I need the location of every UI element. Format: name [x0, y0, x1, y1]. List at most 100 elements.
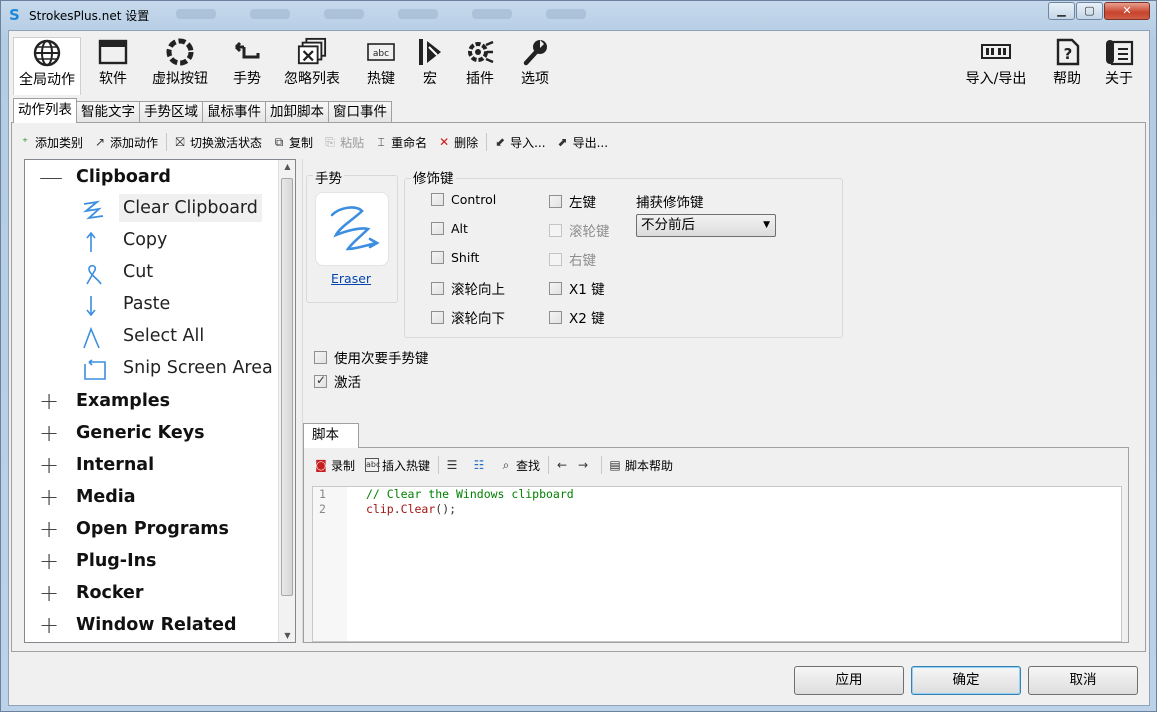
expand-icon[interactable]: + — [39, 613, 59, 637]
script-help-button[interactable]: ▤ 脚本帮助 — [608, 457, 673, 474]
toolbar-software-button[interactable]: 软件 — [93, 37, 133, 88]
tab-gesture-zones[interactable]: 手势区域 — [139, 101, 203, 123]
record-button[interactable]: ◙ 录制 — [314, 457, 355, 474]
modifier-shift-checkbox[interactable]: Shift — [431, 250, 479, 265]
modifier-x2-button-checkbox[interactable]: X2 键 — [549, 307, 605, 327]
navigate-back-button[interactable]: ← — [555, 458, 572, 472]
toolbar-ignore-list-button[interactable]: 忽略列表 — [279, 37, 345, 88]
tab-action-list[interactable]: 动作列表 — [13, 98, 77, 123]
checkbox-box[interactable] — [431, 193, 444, 206]
rename-button[interactable]: ⌶ 重命名 — [374, 134, 427, 151]
toolbar-plugins-button[interactable]: 插件 — [463, 37, 497, 88]
tab-window-events[interactable]: 窗口事件 — [328, 101, 392, 123]
toolbar-virtual-buttons-button[interactable]: 虚拟按钮 — [147, 37, 213, 88]
tab-smart-text[interactable]: 智能文字 — [76, 101, 140, 123]
expand-icon[interactable]: + — [39, 549, 59, 573]
script-toolbar: ◙ 录制 abc 插入热键 ☰ ☷ ⌕ 查找 ← → ▤ 脚本帮助 — [314, 456, 683, 474]
paste-button[interactable]: ⎘ 粘贴 — [323, 134, 364, 151]
toolbar-label: 忽略列表 — [284, 71, 340, 87]
checkbox-box[interactable] — [431, 222, 444, 235]
expand-icon[interactable]: + — [39, 389, 59, 413]
checkbox-label: 左键 — [569, 195, 596, 211]
close-button[interactable]: ✕ — [1104, 2, 1150, 20]
loop-gesture-icon — [86, 264, 102, 285]
tab-mouse-events[interactable]: 鼠标事件 — [202, 101, 266, 123]
toolbar-help-button[interactable]: ? 帮助 — [1049, 37, 1085, 88]
expand-icon[interactable]: + — [39, 421, 59, 445]
modifier-alt-checkbox[interactable]: Alt — [431, 221, 468, 236]
expand-icon[interactable]: + — [39, 453, 59, 477]
import-button[interactable]: ⬋ 导入... — [493, 134, 545, 151]
modifier-right-button-checkbox[interactable]: 右键 — [549, 249, 596, 269]
chevron-down-icon: ▼ — [763, 220, 770, 230]
copy-button[interactable]: ⧉ 复制 — [272, 134, 313, 151]
checkbox-box[interactable] — [314, 350, 327, 364]
scroll-up-arrow-icon[interactable]: ▲ — [283, 162, 292, 171]
main-toolbar: 全局动作 软件 虚拟按钮 手势 忽略列表 abc 热键 宏 插件 选项 导入/导… — [9, 31, 1149, 95]
action-tree[interactable]: — Clipboard Clear Clipboard Copy Cut Pas… — [24, 159, 296, 643]
button-label: 删除 — [454, 135, 479, 150]
toolbar-gestures-button[interactable]: 手势 — [227, 37, 267, 88]
ok-button[interactable]: 确定 — [911, 666, 1021, 695]
title-bar[interactable]: S StrokesPlus.net 设置 ▁ ▢ ✕ — [1, 1, 1156, 29]
expand-icon[interactable]: + — [39, 517, 59, 541]
modifier-control-checkbox[interactable]: Control — [431, 192, 496, 207]
find-button[interactable]: ⌕ 查找 — [499, 457, 540, 474]
checkbox-box[interactable] — [431, 251, 444, 264]
collapse-icon[interactable]: — — [39, 165, 63, 189]
indent-button[interactable]: ☰ — [445, 458, 462, 472]
checkbox-box[interactable] — [549, 252, 562, 266]
checkbox-box[interactable] — [549, 281, 562, 295]
toolbar-macros-button[interactable]: 宏 — [415, 37, 445, 88]
tab-load-unload-scripts[interactable]: 加卸脚本 — [265, 101, 329, 123]
toolbar-hotkeys-button[interactable]: abc 热键 — [363, 37, 399, 88]
button-label: 导入... — [510, 135, 546, 150]
modifier-wheel-up-checkbox[interactable]: 滚轮向上 — [431, 278, 505, 298]
add-category-button[interactable]: ⁺ 添加类别 — [18, 134, 83, 151]
export-button[interactable]: ⬈ 导出... — [556, 134, 608, 151]
checkbox-box[interactable] — [431, 310, 444, 324]
maximize-button[interactable]: ▢ — [1076, 2, 1103, 20]
checkbox-box[interactable] — [314, 373, 327, 388]
cancel-button[interactable]: 取消 — [1028, 666, 1138, 695]
modifier-x1-button-checkbox[interactable]: X1 键 — [549, 278, 605, 298]
toggle-active-button[interactable]: ⛝ 切换激活状态 — [173, 134, 262, 151]
checkbox-box[interactable] — [431, 281, 444, 295]
toolbar-separator — [166, 133, 168, 151]
capture-modifiers-select[interactable]: 不分前后 ▼ — [636, 214, 776, 237]
script-editor[interactable]: 1 2 // Clear the Windows clipboard clip.… — [312, 486, 1122, 642]
navigate-forward-button[interactable]: → — [576, 458, 593, 472]
toolbar-about-button[interactable]: 关于 — [1101, 37, 1137, 88]
tab-script[interactable]: 脚本 — [303, 423, 359, 448]
modifier-wheel-button-checkbox[interactable]: 滚轮键 — [549, 220, 610, 240]
checkbox-box[interactable] — [549, 310, 562, 324]
checkbox-label: X2 键 — [569, 311, 605, 327]
wrench-icon — [523, 40, 547, 66]
delete-button[interactable]: ✕ 删除 — [437, 134, 478, 151]
gesture-preview[interactable] — [315, 192, 389, 266]
checkbox-box[interactable] — [549, 223, 562, 237]
toolbar-import-export-button[interactable]: 导入/导出 — [961, 37, 1031, 88]
toolbar-options-button[interactable]: 选项 — [515, 37, 555, 88]
toolbar-global-actions-button[interactable]: 全局动作 — [13, 37, 81, 95]
toolbar-label: 虚拟按钮 — [152, 71, 208, 87]
scroll-down-arrow-icon[interactable]: ▼ — [283, 631, 292, 640]
minimize-button[interactable]: ▁ — [1048, 2, 1075, 20]
gesture-name-link[interactable]: Eraser — [331, 271, 371, 286]
expand-icon[interactable]: + — [39, 581, 59, 605]
modifier-wheel-down-checkbox[interactable]: 滚轮向下 — [431, 307, 505, 327]
comment-button[interactable]: ☷ — [472, 458, 489, 472]
expand-icon[interactable]: + — [39, 485, 59, 509]
tree-scrollbar[interactable]: ▲ ▼ — [278, 160, 295, 642]
secondary-gesture-button-checkbox[interactable]: 使用次要手势键 — [314, 347, 429, 367]
code-line: // Clear the Windows clipboard — [366, 487, 574, 501]
apply-button[interactable]: 应用 — [794, 666, 904, 695]
insert-hotkey-button[interactable]: abc 插入热键 — [365, 457, 430, 474]
button-label: 脚本帮助 — [625, 458, 674, 473]
svg-text:abc: abc — [373, 49, 389, 59]
scrollbar-thumb[interactable] — [281, 178, 293, 596]
modifier-left-button-checkbox[interactable]: 左键 — [549, 191, 596, 211]
active-checkbox[interactable]: 激活 — [314, 371, 361, 391]
add-action-button[interactable]: ↗ 添加动作 — [93, 134, 158, 151]
checkbox-box[interactable] — [549, 194, 562, 208]
